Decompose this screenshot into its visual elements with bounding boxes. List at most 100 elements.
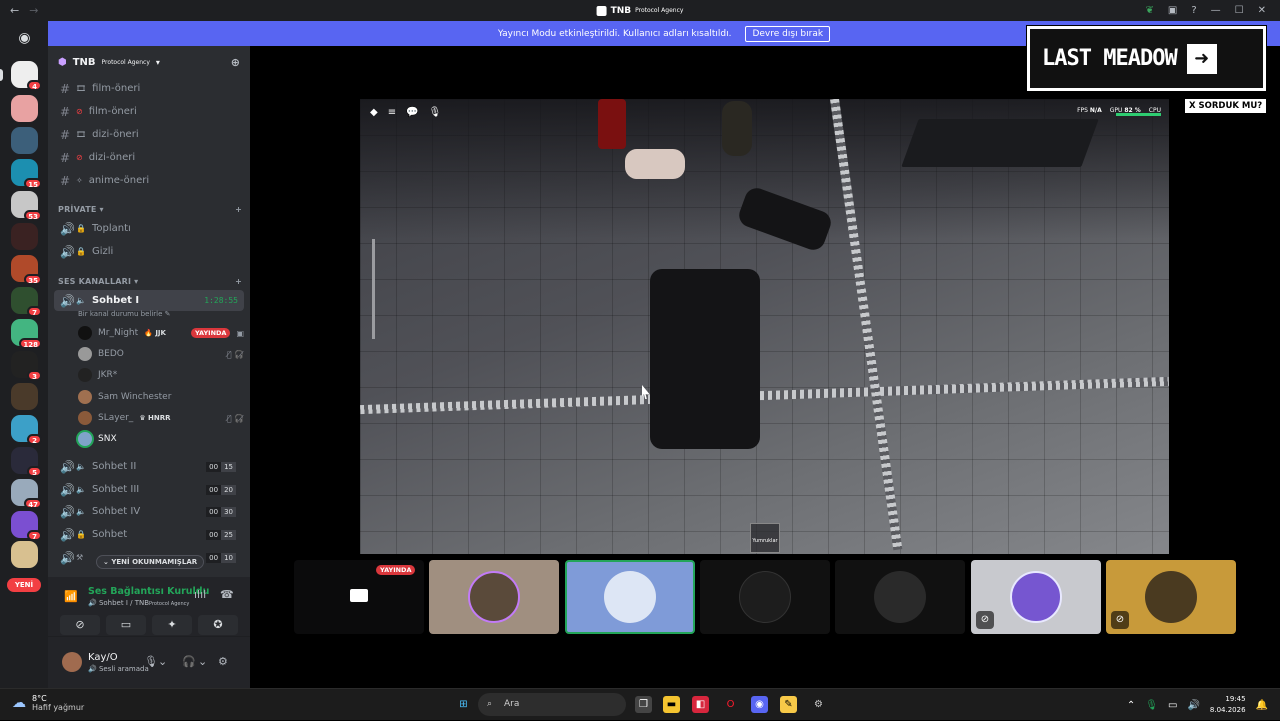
participant-tile-5[interactable] — [835, 560, 965, 634]
server-icon-3[interactable] — [11, 127, 38, 154]
voice-channel-sohbet[interactable]: 🔊 🔒 Sohbet 00 25 — [54, 524, 244, 545]
maximize-icon[interactable]: ☐ — [1235, 5, 1244, 16]
chevron-down-icon[interactable]: ⌄ — [198, 655, 207, 668]
deafened-icon: ⊘ — [1111, 611, 1129, 629]
participant-tile-4[interactable] — [700, 560, 830, 634]
server-icon-tnb[interactable]: 4 — [11, 61, 42, 91]
channel-dizi-oneri-1[interactable]: # 🎞 dizi-öneri — [54, 124, 244, 145]
server-header[interactable]: ⬢ TNB Protocol Agency ▾ ⊕ — [48, 46, 250, 78]
minimize-icon[interactable]: — — [1211, 5, 1221, 16]
signal-icon[interactable]: 📶 — [64, 590, 78, 603]
last-meadow-banner[interactable]: LAST MEADOW ➜ — [1026, 25, 1267, 92]
hotbar-slot[interactable]: Yumruklar — [750, 523, 780, 553]
participant-tile-2[interactable] — [429, 560, 559, 634]
clock[interactable]: 19:45 8.04.2026 — [1210, 694, 1246, 716]
discord-home-icon[interactable]: ◉ — [11, 25, 38, 52]
taskbar-search[interactable]: ⌕ Ara — [478, 693, 626, 716]
voice-channel-path[interactable]: 🔊 Sohbet I / TNBProtocol Agency — [88, 599, 189, 607]
server-icon-2[interactable] — [11, 95, 38, 122]
file-explorer-icon[interactable]: ▬ — [663, 696, 680, 713]
voice-user-bedo[interactable]: BEDO 🎙̸ 🎧̸ — [78, 344, 244, 364]
new-unreads-pill[interactable]: ⌄ YENİ OKUNMAMIŞLAR — [96, 555, 205, 569]
app-red-icon[interactable]: ◧ — [692, 696, 709, 713]
avatar[interactable] — [62, 652, 82, 672]
participant-tile-speaking[interactable] — [565, 560, 695, 634]
server-icon-10[interactable]: 3 — [11, 351, 42, 381]
invite-people-icon[interactable]: ⊕ — [231, 56, 240, 69]
participant-tile-stream[interactable]: YAYINDA — [294, 560, 424, 634]
participant-tile-7[interactable]: ⊘ — [1106, 560, 1236, 634]
server-icon-8[interactable]: 7 — [11, 287, 42, 317]
voice-user-jkr[interactable]: JKR* — [78, 365, 244, 385]
gear-icon[interactable]: ⚙ — [218, 655, 228, 668]
volume-icon[interactable]: 🔊 — [1187, 700, 1199, 711]
channel-toplanti[interactable]: 🔊 🔒 Toplantı — [54, 218, 244, 239]
category-private[interactable]: PRİVATE ▾ + — [58, 205, 242, 214]
participant-tile-6[interactable]: ⊘ — [971, 560, 1101, 634]
soundboard-button[interactable]: ✪ — [198, 615, 238, 635]
disconnect-icon[interactable]: ☎ — [220, 588, 234, 601]
display-icon[interactable]: ▭ — [1168, 700, 1177, 711]
roblox-logo-icon[interactable]: ◆ — [370, 107, 378, 118]
opera-gx-icon[interactable]: O — [722, 696, 739, 713]
inbox-icon[interactable]: ▣ — [1168, 5, 1177, 16]
server-icon-11[interactable] — [11, 383, 38, 410]
menu-icon[interactable]: ≡ — [388, 107, 396, 118]
notifications-icon[interactable]: 🔔 — [1256, 700, 1268, 711]
voice-user-slayer[interactable]: SLayer_ ♛ HNRR 🎙̸ 🎧̸ — [78, 408, 244, 428]
mic-tray-icon[interactable]: 🎙 — [1145, 700, 1158, 711]
voice-user-mr-night[interactable]: Mr_Night 🔥 JJK YAYINDA ▣ — [78, 323, 244, 343]
windows-start-icon[interactable]: ⊞ — [455, 696, 472, 713]
chevron-up-icon[interactable]: ⌃ — [1127, 700, 1135, 711]
disable-streamer-mode-button[interactable]: Devre dışı bırak — [745, 25, 831, 42]
server-icon-12[interactable]: 2 — [11, 415, 42, 445]
nitro-leaf-icon[interactable]: ❦ — [1145, 5, 1153, 16]
mic-icon[interactable]: 🎙 — [429, 107, 442, 118]
forward-arrow-icon[interactable]: → — [29, 4, 38, 17]
screen-share-video[interactable]: ◆ ≡ 💬 🎙 FPS N/A GPU 82 % CPU Yumruklar — [360, 99, 1169, 554]
category-voice[interactable]: SES KANALLARI ▾ + — [58, 277, 242, 286]
channel-gizli[interactable]: 🔊 🔒 Gizli — [54, 241, 244, 262]
channel-film-oneri-2[interactable]: # ⊘ film-öneri — [54, 101, 244, 122]
voice-channel-sohbet-2[interactable]: 🔊 🔈 Sohbet II 00 15 — [54, 456, 244, 477]
username[interactable]: Kay/O — [88, 652, 118, 663]
server-icon-15[interactable]: 7 — [11, 511, 42, 541]
channel-film-oneri-1[interactable]: # 🎞 film-öneri — [54, 78, 244, 99]
chat-icon[interactable]: 💬 — [406, 107, 418, 118]
server-icon-16[interactable] — [11, 541, 38, 568]
voice-channel-sohbet-3[interactable]: 🔊 🔈 Sohbet III 00 20 — [54, 479, 244, 500]
zoom-slider[interactable] — [372, 239, 375, 339]
activities-button[interactable]: ✦ — [152, 615, 192, 635]
headphones-icon[interactable]: 🎧 — [182, 655, 196, 668]
app-settings-icon[interactable]: ⚙ — [810, 696, 827, 713]
server-icon-4[interactable]: 15 — [11, 159, 42, 189]
server-icon-5[interactable]: 53 — [11, 191, 42, 221]
voice-user-sam-winchester[interactable]: Sam Winchester — [78, 387, 244, 407]
server-icon-7[interactable]: 35 — [11, 255, 42, 285]
channel-status-prompt[interactable]: Bir kanal durumu belirle ✎ — [78, 310, 171, 318]
server-icon-6[interactable] — [11, 223, 38, 250]
close-icon[interactable]: ✕ — [1258, 5, 1266, 16]
app-yellow-icon[interactable]: ✎ — [780, 696, 797, 713]
noise-suppression-icon[interactable]: ılıl — [194, 588, 206, 601]
screen-share-button[interactable]: ▭ — [106, 615, 146, 635]
channel-dizi-oneri-2[interactable]: # ⊘ dizi-öneri — [54, 147, 244, 168]
help-icon[interactable]: ? — [1191, 5, 1196, 16]
voice-channel-sohbet-1[interactable]: 🔊 🔈 Sohbet I 1:28:55 — [54, 290, 244, 311]
chevron-down-icon[interactable]: ⌄ — [158, 655, 167, 668]
server-icon-9[interactable]: 128 — [11, 319, 42, 349]
back-arrow-icon[interactable]: ← — [10, 4, 19, 17]
weather-widget[interactable]: ☁ 8°C Hafif yağmur — [12, 694, 84, 712]
voice-channel-sohbet-4[interactable]: 🔊 🔈 Sohbet IV 00 30 — [54, 501, 244, 522]
camera-off-button[interactable]: ⊘ — [60, 615, 100, 635]
microphone-icon[interactable]: 🎙 — [144, 655, 158, 668]
server-icon-13[interactable]: 5 — [11, 447, 42, 477]
add-channel-icon[interactable]: + — [235, 277, 242, 286]
add-channel-icon[interactable]: + — [235, 205, 242, 214]
task-view-icon[interactable]: ❐ — [635, 696, 652, 713]
server-icon-14[interactable]: 47 — [11, 479, 42, 509]
voice-user-snx[interactable]: SNX — [78, 429, 244, 449]
new-servers-pill[interactable]: YENİ — [7, 578, 41, 592]
channel-anime-oneri[interactable]: # ✧ anime-öneri — [54, 170, 244, 191]
discord-taskbar-icon[interactable]: ◉ — [751, 696, 768, 713]
